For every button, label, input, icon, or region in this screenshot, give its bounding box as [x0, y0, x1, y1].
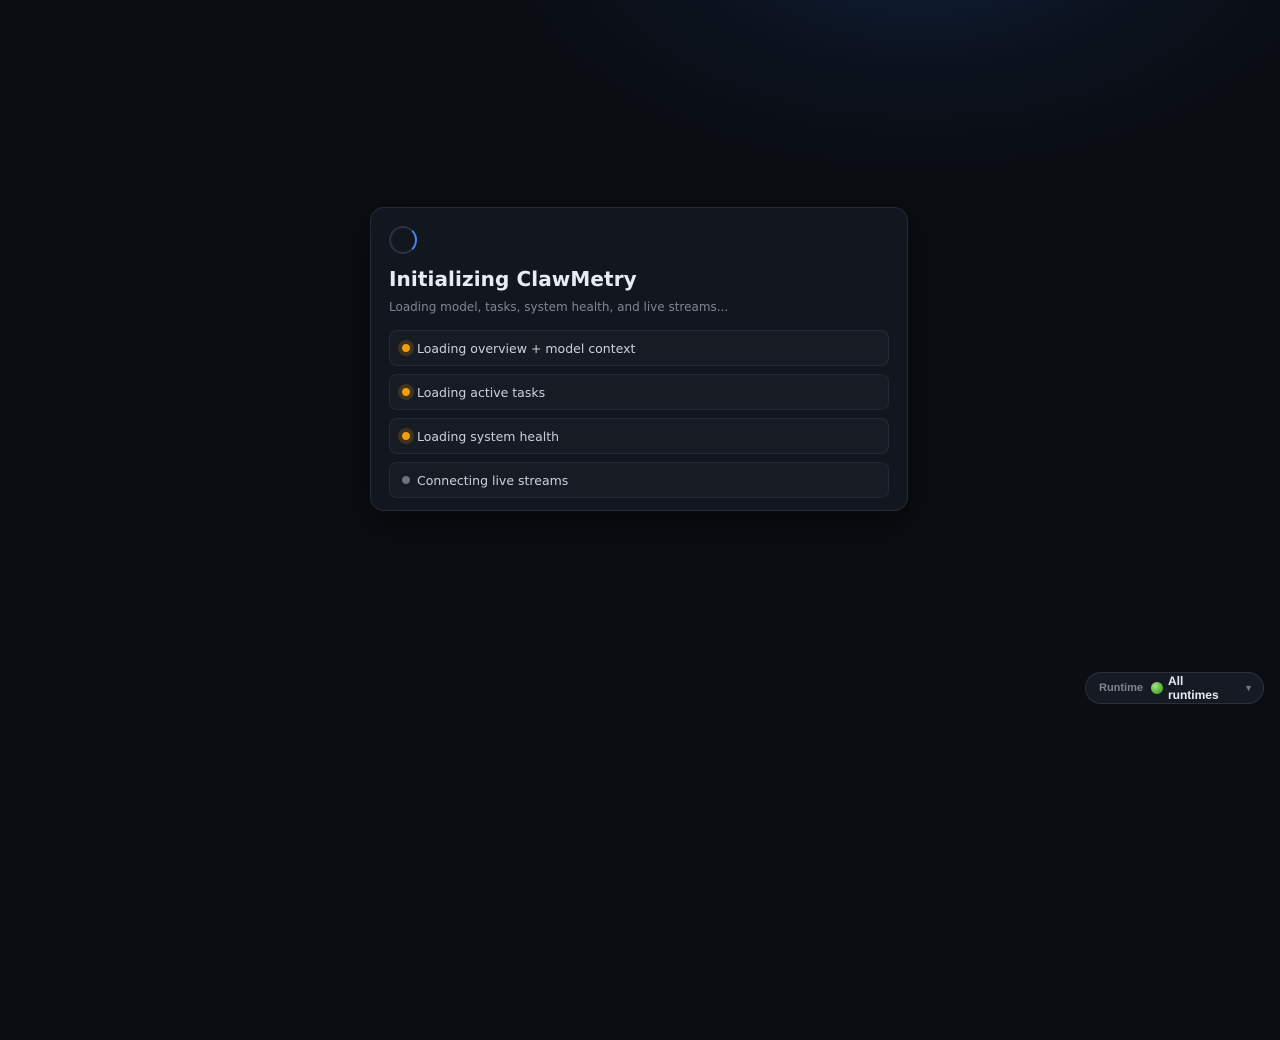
status-dot-icon — [398, 384, 414, 400]
status-dot — [402, 388, 410, 396]
loading-step-overview: Loading overview + model context — [389, 330, 889, 366]
runtime-label: Runtime — [1099, 682, 1143, 694]
loading-step-streams: Connecting live streams — [389, 462, 889, 498]
status-dot — [402, 432, 410, 440]
chevron-down-icon: ▼ — [1244, 683, 1253, 693]
loading-title: Initializing ClawMetry — [389, 267, 637, 291]
runtime-selector[interactable]: Runtime All runtimes ▼ — [1085, 672, 1264, 704]
status-dot-icon — [398, 428, 414, 444]
green-circle-icon — [1151, 682, 1163, 694]
loading-subtitle: Loading model, tasks, system health, and… — [389, 300, 729, 314]
runtime-value: All runtimes — [1167, 674, 1219, 702]
status-dot-icon — [398, 340, 414, 356]
loading-step-label: Loading overview + model context — [417, 340, 636, 356]
status-dot — [402, 344, 410, 352]
loading-step-tasks: Loading active tasks — [389, 374, 889, 410]
loading-step-label: Loading active tasks — [417, 384, 546, 400]
status-dot-icon — [398, 472, 414, 488]
loading-step-list: Loading overview + model context Loading… — [389, 330, 889, 498]
loading-step-label: Loading system health — [417, 428, 560, 444]
status-dot — [402, 476, 410, 484]
loading-step-label: Connecting live streams — [417, 472, 569, 488]
loading-step-health: Loading system health — [389, 418, 889, 454]
spinner-icon — [389, 226, 417, 254]
loading-card: Initializing ClawMetry Loading model, ta… — [370, 207, 908, 511]
background-glow — [480, 0, 1280, 180]
